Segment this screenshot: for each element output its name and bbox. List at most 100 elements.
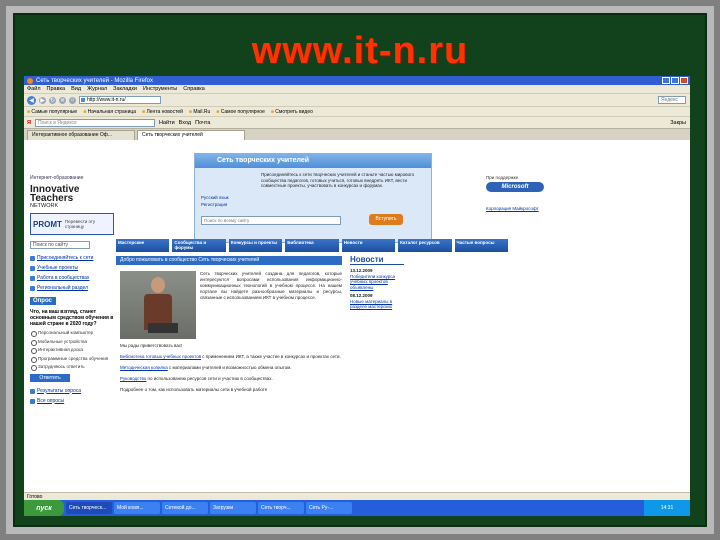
- left-links: Присоединяйтесь к сети Учебные проекты Р…: [30, 255, 114, 291]
- greeting-bar: Добро пожаловать в сообщество Сеть творч…: [116, 256, 342, 265]
- main-item-text: с применением ИКТ, а также участие в кон…: [201, 354, 341, 359]
- yandex-login-button[interactable]: Вход: [179, 120, 191, 126]
- main-item-link[interactable]: Библиотека готовых учебных проектов: [120, 354, 201, 359]
- news-column: Новости 13.12.2009 Победители конкурса у…: [350, 255, 404, 310]
- yandex-mail-button[interactable]: Почта: [195, 120, 210, 126]
- news-link[interactable]: Новые материалы в разделе мастерских: [350, 299, 404, 310]
- main-item-link[interactable]: Руководство: [120, 376, 146, 381]
- microsoft-logo[interactable]: Microsoft: [486, 182, 544, 192]
- bookmarks-toolbar: Самые популярные Начальная страница Лент…: [24, 106, 690, 116]
- nav-item-workshops[interactable]: Мастерские: [116, 239, 170, 252]
- main-label: Мы рады приветствовать вас!: [120, 343, 183, 348]
- reload-button[interactable]: ↻: [49, 96, 56, 104]
- bookmark-item[interactable]: Лента новостей: [142, 109, 182, 115]
- main-item: Руководство по использованию ресурсов се…: [120, 376, 342, 382]
- poll-option[interactable]: Интерактивная доска: [30, 347, 114, 354]
- left-link[interactable]: Присоединяйтесь к сети: [30, 255, 114, 261]
- nav-item-communities[interactable]: Сообщества и форумы: [172, 239, 226, 252]
- yandex-toolbar: Я Поиск в Яндексе Найти Вход Почта Закры: [24, 116, 690, 128]
- yandex-logo: Я: [27, 119, 31, 126]
- main-item: Библиотека готовых учебных проектов с пр…: [120, 354, 342, 360]
- main-item-text: с материалами учителей и возможностью об…: [167, 365, 292, 370]
- bookmark-item[interactable]: Самые популярные: [27, 109, 77, 115]
- poll-option[interactable]: Программные средства обучения: [30, 356, 114, 362]
- taskbar-item[interactable]: Загрузки: [210, 502, 256, 514]
- home-button[interactable]: ⌂: [69, 96, 76, 104]
- banner-text: Присоединяйтесь к сети творческих учител…: [261, 172, 415, 188]
- menu-edit[interactable]: Правка: [47, 86, 66, 92]
- poll-option[interactable]: Персональный компьютер: [30, 330, 114, 337]
- nav-item-faq[interactable]: Частые вопросы: [454, 239, 508, 252]
- taskbar-item[interactable]: Мой комп...: [114, 502, 160, 514]
- news-link[interactable]: Победители конкурса учебных проектов объ…: [350, 274, 404, 291]
- main-item-link[interactable]: Методическая копилка: [120, 365, 168, 370]
- close-icon[interactable]: [680, 77, 688, 84]
- banner-title: Сеть творческих учителей: [195, 154, 431, 168]
- maximize-icon[interactable]: [671, 77, 679, 84]
- yandex-search-input[interactable]: Поиск в Яндексе: [34, 118, 155, 127]
- url-input[interactable]: http://www.it-n.ru/: [79, 96, 161, 104]
- nav-item-news[interactable]: Новости: [341, 239, 396, 252]
- banner-link[interactable]: Русский язык: [201, 194, 229, 201]
- menu-file[interactable]: Файл: [27, 86, 41, 92]
- news-header: Новости: [350, 255, 404, 265]
- minimize-icon[interactable]: [662, 77, 670, 84]
- poll-question: Что, на ваш взгляд, станет основным сред…: [30, 309, 114, 327]
- main-footer: Подробнее о том, как использовать матери…: [120, 387, 268, 392]
- tab-education[interactable]: Интерактивное образование Оф...: [27, 130, 135, 140]
- promt-translate-widget[interactable]: PROMT Перевести эту страницу: [30, 213, 114, 235]
- site-search-input[interactable]: Поиск по сайту: [30, 241, 90, 249]
- menu-history[interactable]: Журнал: [87, 86, 107, 92]
- menu-tools[interactable]: Инструменты: [143, 86, 177, 92]
- site-logo-title2[interactable]: Teachers: [30, 194, 114, 204]
- left-column: Интернет-образование Innovative Teachers…: [30, 151, 114, 492]
- banner-link[interactable]: Регистрация: [201, 201, 229, 208]
- taskbar-item[interactable]: Сетевой до...: [162, 502, 208, 514]
- poll-link[interactable]: Результаты опроса: [30, 388, 114, 394]
- poll-links: Результаты опроса Все опросы: [30, 388, 114, 404]
- poll-option[interactable]: Затрудняюсь ответить: [30, 364, 114, 371]
- left-link[interactable]: Учебные проекты: [30, 265, 114, 271]
- nav-item-catalog[interactable]: Каталог ресурсов: [398, 239, 452, 252]
- browser-window: Сеть творческих учителей - Mozilla Firef…: [24, 76, 690, 516]
- stop-button[interactable]: ✕: [59, 96, 66, 104]
- partner-link[interactable]: Корпорация Майкрософт: [486, 206, 544, 211]
- web-search-input[interactable]: Яндекс: [658, 96, 686, 104]
- menu-help[interactable]: Справка: [183, 86, 205, 92]
- taskbar-item[interactable]: Сеть творч...: [258, 502, 304, 514]
- nav-item-contests[interactable]: Конкурсы и проекты: [228, 239, 283, 252]
- menu-bookmarks[interactable]: Закладки: [113, 86, 137, 92]
- system-tray-clock: 14:31: [644, 500, 690, 516]
- bookmark-item[interactable]: Смотреть видео: [271, 109, 313, 115]
- left-link[interactable]: Работа в сообществах: [30, 275, 114, 281]
- left-link[interactable]: Региональный раздел: [30, 285, 114, 291]
- poll-header: Опрос: [30, 297, 56, 305]
- banner-links: Русский язык Регистрация: [201, 194, 229, 208]
- poll-submit-button[interactable]: Ответить: [30, 373, 70, 382]
- main-item-text: по использованию ресурсов сети и участию…: [146, 376, 273, 381]
- back-button[interactable]: ◀: [27, 95, 36, 105]
- bookmark-item[interactable]: Начальная страница: [83, 109, 136, 115]
- bookmark-item[interactable]: Самое популярное: [216, 109, 265, 115]
- bookmark-item[interactable]: Mail.Ru: [189, 109, 210, 115]
- taskbar-item[interactable]: Сеть Ру-...: [306, 502, 352, 514]
- start-button[interactable]: пуск: [24, 500, 64, 516]
- toolbar-close-label[interactable]: Закры: [670, 120, 686, 126]
- tab-teachers-network[interactable]: Сеть творческих учителей: [137, 130, 245, 140]
- poll-option[interactable]: Мобильные устройства: [30, 339, 114, 345]
- taskbar-item[interactable]: Сеть творческ...: [66, 502, 112, 514]
- nav-item-library[interactable]: Библиотека: [285, 239, 339, 252]
- promt-logo: PROMT: [33, 219, 62, 229]
- forward-button[interactable]: ▶: [39, 96, 46, 104]
- navigation-toolbar: ◀ ▶ ↻ ✕ ⌂ http://www.it-n.ru/ Яндекс: [24, 93, 690, 106]
- poll-link[interactable]: Все опросы: [30, 398, 114, 404]
- yandex-find-button[interactable]: Найти: [159, 120, 175, 126]
- menu-view[interactable]: Вид: [71, 86, 81, 92]
- join-button[interactable]: Вступить: [369, 214, 403, 225]
- status-bar: Готово: [24, 492, 690, 500]
- window-controls: [662, 77, 688, 84]
- banner-search-input[interactable]: Поиск по всему сайту: [201, 216, 341, 225]
- window-title: Сеть творческих учителей - Mozilla Firef…: [36, 77, 154, 84]
- intro-text: Сеть творческих учителей создана для пед…: [200, 271, 342, 300]
- promt-caption[interactable]: Перевести эту страницу: [65, 219, 113, 229]
